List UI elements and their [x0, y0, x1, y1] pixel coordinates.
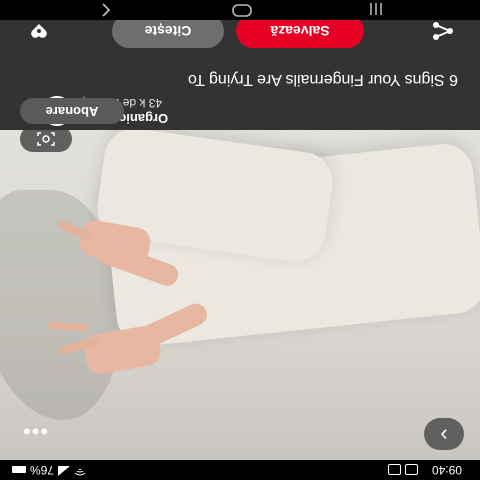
pin-image[interactable]: ‹ ••• — [0, 130, 480, 460]
follow-button[interactable]: Abonare — [20, 98, 124, 124]
recents-nav-icon[interactable] — [368, 3, 384, 16]
navigation-bar — [0, 0, 480, 20]
back-nav-icon[interactable] — [98, 3, 112, 17]
pin-title[interactable]: 6 Signs Your Fingernails Are Trying To — [18, 70, 458, 88]
more-icon[interactable]: ••• — [22, 418, 48, 444]
next-pin-button[interactable]: ‹ — [424, 418, 464, 450]
status-time: 09:40 — [431, 463, 462, 477]
visual-search-icon[interactable] — [20, 130, 72, 152]
message-icon — [405, 464, 418, 475]
screen: 09:40 76% ‹ ••• Organic Olivia 43 k de A… — [0, 0, 480, 480]
status-right: 76% — [12, 463, 86, 477]
battery-percent: 76% — [30, 463, 55, 477]
status-notification-icons — [388, 464, 418, 475]
pin-info-panel: Organic Olivia 43 k de abonați Abonare 6… — [0, 30, 480, 130]
battery-icon — [12, 466, 26, 474]
next-chevron-icon: ‹ — [440, 420, 448, 445]
gallery-icon — [388, 464, 401, 475]
signal-icon — [58, 463, 71, 477]
wifi-icon — [74, 463, 86, 477]
share-icon[interactable] — [430, 18, 456, 44]
comment-heart-icon[interactable] — [26, 18, 52, 44]
status-bar: 09:40 76% — [0, 460, 480, 480]
home-nav-icon[interactable] — [232, 4, 252, 17]
